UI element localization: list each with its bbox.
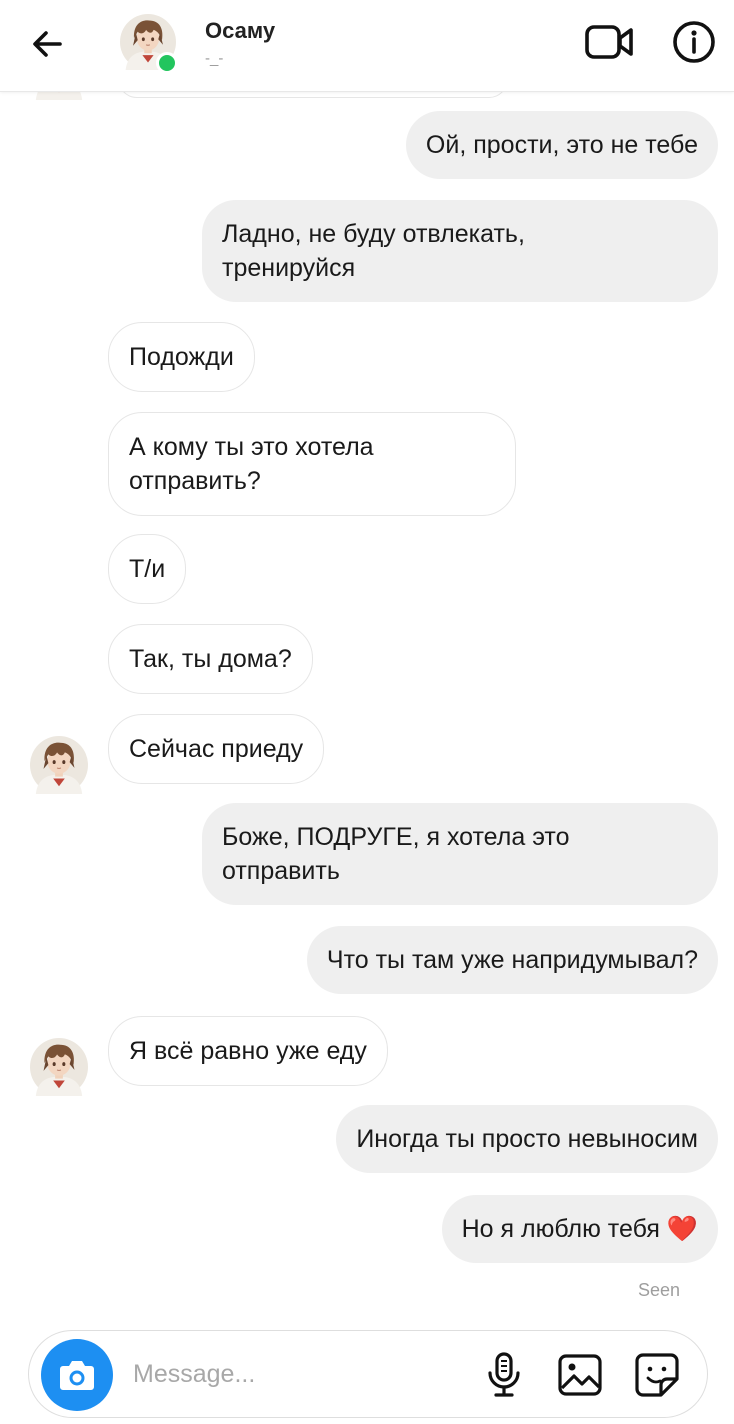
message-thread[interactable]: Ой, прости, это не тебе Ладно, не буду о… — [0, 0, 734, 1310]
message-input[interactable] — [133, 1351, 463, 1397]
contact-avatar[interactable] — [30, 1038, 88, 1096]
voice-message-button[interactable] — [483, 1351, 525, 1399]
message-bubble-incoming[interactable]: Я всё равно уже еду — [108, 1016, 388, 1086]
video-call-button[interactable] — [584, 20, 636, 64]
info-button[interactable] — [670, 18, 718, 66]
contact-avatar[interactable] — [30, 736, 88, 794]
message-bubble-outgoing[interactable]: Иногда ты просто невыносим — [336, 1105, 718, 1173]
message-bubble-incoming[interactable]: Т/и — [108, 534, 187, 604]
gallery-icon — [558, 1354, 602, 1396]
heart-emoji-icon: ❤️ — [666, 1215, 698, 1243]
contact-status: -_- — [205, 50, 224, 67]
chat-header: Осаму -_- — [0, 0, 734, 92]
camera-icon — [60, 1361, 94, 1390]
message-bubble-outgoing[interactable]: Ой, прости, это не тебе — [405, 111, 718, 179]
message-bubble-incoming[interactable]: Сейчас приеду — [108, 714, 325, 784]
contact-name[interactable]: Осаму — [205, 18, 275, 44]
video-camera-icon — [585, 25, 633, 59]
sticker-icon — [635, 1353, 679, 1397]
message-text: Но я люблю тебя — [461, 1215, 660, 1243]
message-bubble-incoming[interactable]: Подожди — [108, 322, 255, 392]
message-composer — [28, 1330, 708, 1418]
message-bubble-outgoing[interactable]: Но я люблю тебя ❤️ — [441, 1195, 718, 1263]
sticker-button[interactable] — [633, 1351, 681, 1399]
seen-indicator: Seen — [637, 1280, 680, 1300]
microphone-icon — [488, 1352, 520, 1397]
message-bubble-outgoing[interactable]: Ладно, не буду отвлекать, тренируйся — [202, 200, 718, 302]
message-bubble-incoming[interactable]: А кому ты это хотела отправить? — [108, 412, 516, 516]
info-icon — [673, 21, 715, 63]
message-bubble-incoming[interactable]: Так, ты дома? — [108, 624, 313, 694]
online-status-dot — [156, 52, 178, 74]
camera-button[interactable] — [41, 1339, 113, 1411]
gallery-button[interactable] — [557, 1353, 603, 1397]
message-bubble-outgoing[interactable]: Что ты там уже напридумывал? — [306, 926, 718, 994]
back-button[interactable] — [26, 22, 70, 66]
arrow-left-icon — [33, 31, 62, 57]
message-bubble-outgoing[interactable]: Боже, ПОДРУГЕ, я хотела это отправить — [202, 803, 718, 905]
